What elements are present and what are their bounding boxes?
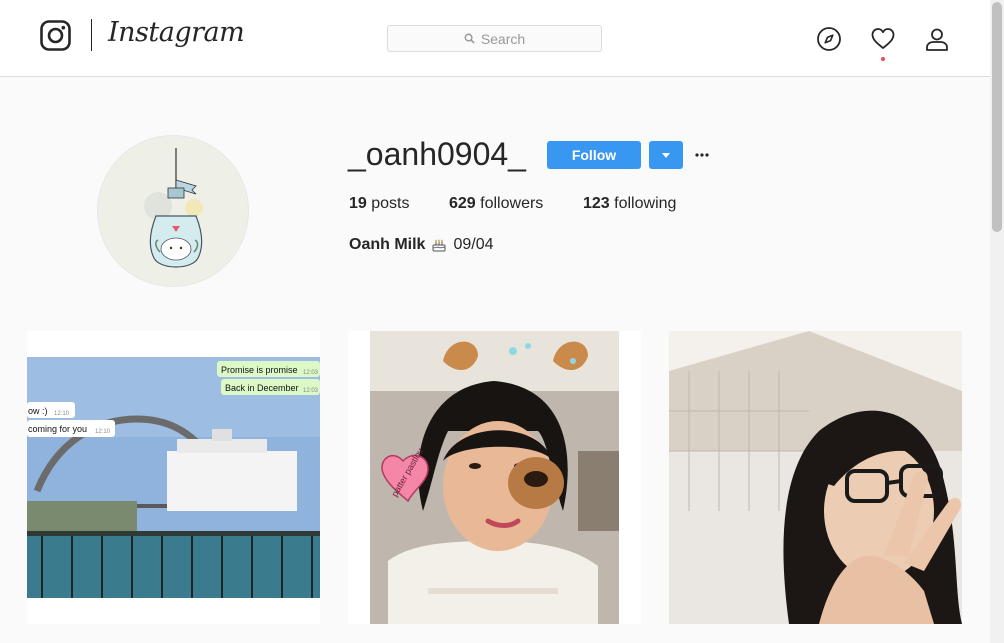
profile-bio-date: 09/04 (453, 236, 494, 253)
scrollbar-thumb[interactable] (992, 2, 1002, 232)
avatar-illustration (98, 136, 248, 286)
instagram-camera-icon[interactable] (40, 20, 71, 51)
logo-divider (91, 19, 92, 51)
profile-full-name: Oanh Milk (349, 236, 426, 253)
instagram-wordmark[interactable]: Instagram (108, 17, 245, 48)
chat-bubble-text: ow :) (28, 406, 48, 416)
chat-bubble-time: 12:10 (54, 411, 70, 417)
following-count: 123 (583, 195, 610, 212)
chat-bubble-text: Back in December (225, 383, 299, 393)
post-thumbnail[interactable]: Promise is promise 12:03 Back in Decembe… (27, 331, 320, 624)
heart-icon[interactable] (870, 26, 896, 52)
chat-bubble-text: Promise is promise (221, 365, 298, 375)
posts-count: 19 (349, 195, 367, 212)
chat-bubble-time: 12:03 (303, 370, 319, 376)
profile-username: _oanh0904_ (348, 136, 526, 172)
post-thumbnail[interactable] (669, 331, 962, 624)
profile-page: Instagram Search _oanh0904_ Follow 19 po… (0, 0, 1004, 643)
more-icon (695, 153, 709, 157)
profile-bio: Oanh Milk 09/04 (349, 236, 494, 254)
post-thumbnail[interactable]: patter pastlov (348, 331, 641, 624)
search-icon (464, 33, 475, 44)
suggestions-dropdown-button[interactable] (649, 141, 683, 169)
followers-label: followers (480, 195, 544, 212)
following-count-stat[interactable]: 123 following (583, 195, 676, 213)
search-placeholder: Search (480, 30, 526, 47)
notification-dot (881, 57, 885, 61)
followers-count-stat[interactable]: 629 followers (449, 195, 543, 213)
search-input[interactable]: Search (387, 25, 602, 52)
profile-avatar[interactable] (97, 135, 249, 287)
compass-icon[interactable] (816, 26, 842, 52)
more-options-button[interactable] (693, 145, 711, 165)
chevron-down-icon (662, 152, 670, 158)
following-label: following (614, 195, 677, 212)
followers-count: 629 (449, 195, 476, 212)
post-image-harbour: Promise is promise 12:03 Back in Decembe… (27, 331, 320, 624)
top-nav-bar: Instagram Search (0, 0, 990, 77)
post-image-selfie-peace-sign (669, 331, 962, 624)
posts-count-stat: 19 posts (349, 195, 410, 213)
chat-bubble-time: 12:03 (303, 388, 319, 394)
follow-button[interactable]: Follow (547, 141, 641, 169)
post-image-selfie-dog-filter: patter pastlov (348, 331, 641, 624)
person-icon[interactable] (924, 26, 950, 52)
chat-bubble-time: 12:10 (95, 429, 111, 435)
cake-icon (432, 239, 446, 252)
chat-bubble-text: coming for you (28, 424, 87, 434)
posts-label: posts (371, 195, 410, 212)
